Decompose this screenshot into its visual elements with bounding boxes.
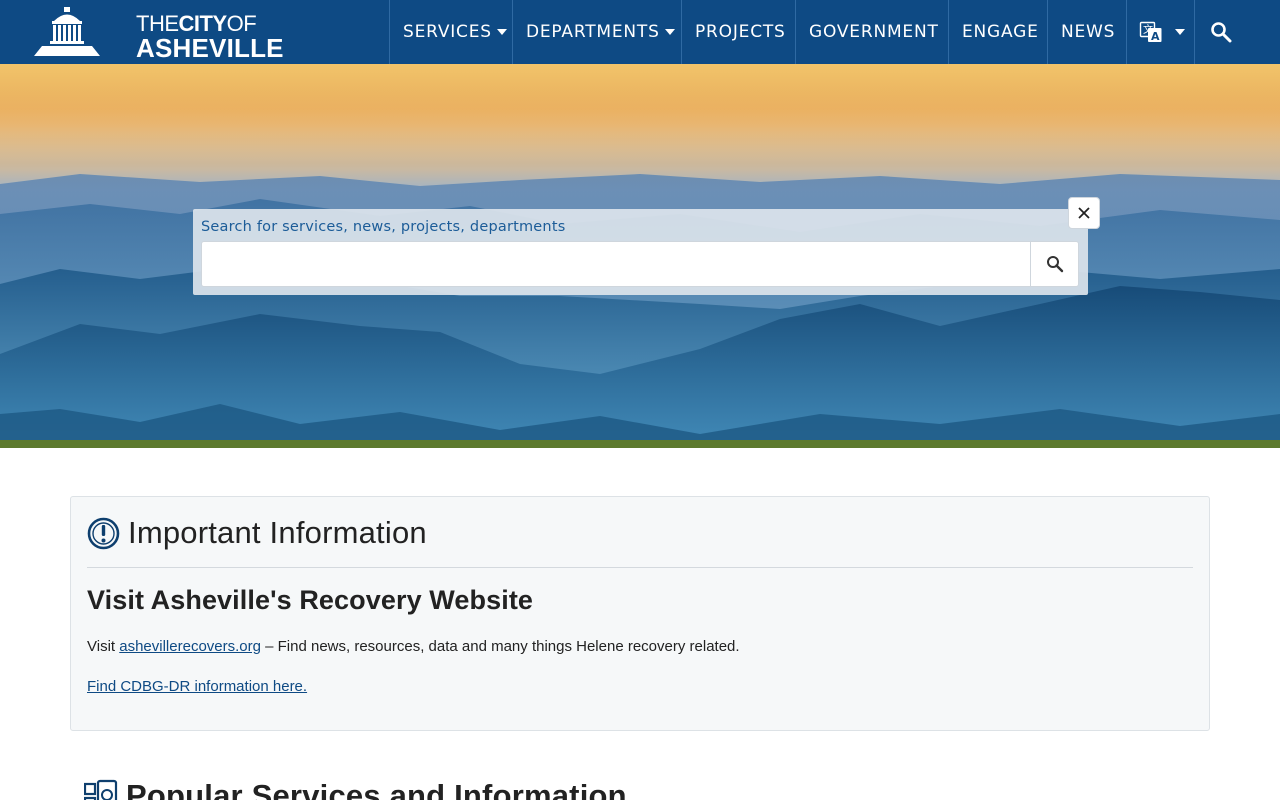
nav-news[interactable]: NEWS — [1047, 0, 1126, 64]
nav-services[interactable]: SERVICES — [389, 0, 512, 64]
nav-departments-label: DEPARTMENTS — [526, 22, 660, 42]
hero-search-panel: Search for services, news, projects, dep… — [193, 209, 1088, 295]
nav-departments[interactable]: DEPARTMENTS — [512, 0, 681, 64]
services-grid-icon — [84, 779, 118, 800]
important-information-header: Important Information — [87, 515, 427, 551]
nav-engage-label: ENGAGE — [962, 22, 1039, 42]
caret-down-icon — [1175, 29, 1185, 35]
important-information-title: Important Information — [128, 515, 427, 550]
important-information-card: Important Information Visit Asheville's … — [70, 496, 1210, 731]
nav-engage[interactable]: ENGAGE — [948, 0, 1047, 64]
search-label: Search for services, news, projects, dep… — [201, 219, 566, 235]
city-hall-icon — [34, 7, 100, 56]
top-navigation: THECITYOF ASHEVILLE SERVICES DEPARTMENTS… — [0, 0, 1280, 64]
close-search-button[interactable] — [1068, 197, 1100, 229]
nav-services-label: SERVICES — [403, 22, 492, 42]
recovery-website-paragraph: Visit ashevillerecovers.org – Find news,… — [87, 638, 740, 655]
nav-government[interactable]: GOVERNMENT — [795, 0, 948, 64]
popular-services-header: Popular Services and Information — [84, 778, 627, 800]
translate-icon: 文 A — [1139, 21, 1162, 43]
nav-news-label: NEWS — [1061, 22, 1116, 42]
translate-menu-button[interactable]: 文 A — [1126, 0, 1194, 64]
header-search-button[interactable] — [1194, 0, 1246, 64]
para-suffix: – Find news, resources, data and many th… — [260, 638, 740, 655]
main-nav: SERVICES DEPARTMENTS PROJECTS GOVERNMENT… — [389, 0, 1246, 64]
exclamation-circle-icon — [87, 517, 120, 549]
hero-search-submit-button[interactable] — [1030, 241, 1079, 287]
nav-government-label: GOVERNMENT — [809, 22, 939, 42]
nav-projects-label: PROJECTS — [695, 22, 786, 42]
hero-search-input[interactable] — [201, 241, 1031, 287]
cdbg-dr-link[interactable]: Find CDBG-DR information here. — [87, 678, 307, 695]
caret-down-icon — [496, 29, 507, 35]
nav-projects[interactable]: PROJECTS — [681, 0, 795, 64]
recovery-website-heading: Visit Asheville's Recovery Website — [87, 585, 534, 615]
popular-services-title: Popular Services and Information — [126, 778, 627, 800]
hero-accent-stripe — [0, 440, 1280, 448]
close-icon — [1078, 207, 1090, 219]
caret-down-icon — [664, 29, 675, 35]
para-prefix: Visit — [87, 638, 120, 655]
search-icon — [1046, 256, 1063, 273]
city-logo-link[interactable]: THECITYOF ASHEVILLE — [32, 6, 284, 61]
ashevillerecovers-link[interactable]: ashevillerecovers.org — [119, 638, 261, 655]
search-icon — [1211, 22, 1232, 43]
divider — [87, 567, 1193, 568]
logo-text: THECITYOF ASHEVILLE — [136, 11, 284, 63]
svg-text:A: A — [1151, 30, 1160, 43]
